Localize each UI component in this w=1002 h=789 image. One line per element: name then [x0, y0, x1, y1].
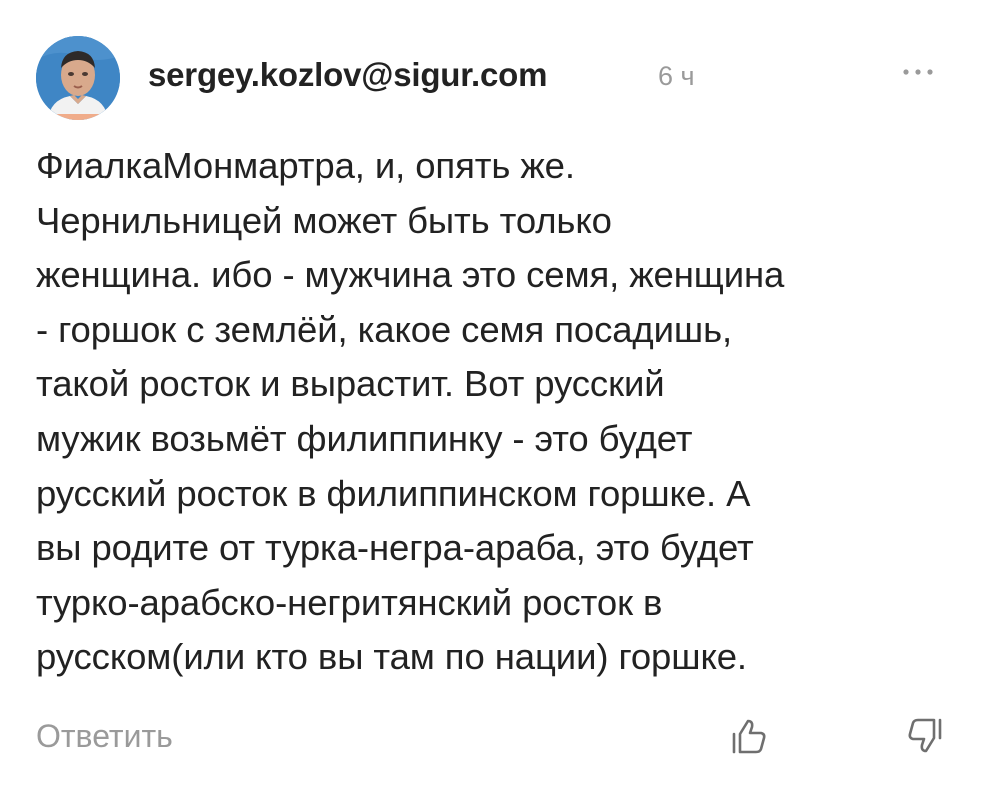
- comment-text: ФиалкаМонмартра, и, опять же. Чернильниц…: [36, 145, 785, 678]
- comment-author[interactable]: sergey.kozlov@sigur.com: [148, 56, 547, 94]
- thumbs-up-icon[interactable]: [726, 714, 770, 758]
- comment-header: sergey.kozlov@sigur.com 6 ч: [36, 32, 966, 122]
- more-options-icon[interactable]: [898, 60, 938, 84]
- user-photo-avatar-icon: [36, 36, 120, 120]
- comment-timestamp: 6 ч: [658, 61, 695, 91]
- reply-button[interactable]: Ответить: [36, 718, 173, 755]
- comment-card: sergey.kozlov@sigur.com 6 ч ФиалкаМонмар…: [0, 0, 1002, 789]
- thumbs-down-icon[interactable]: [904, 714, 948, 758]
- comment-actions: Ответить: [36, 712, 966, 762]
- avatar[interactable]: [36, 36, 120, 120]
